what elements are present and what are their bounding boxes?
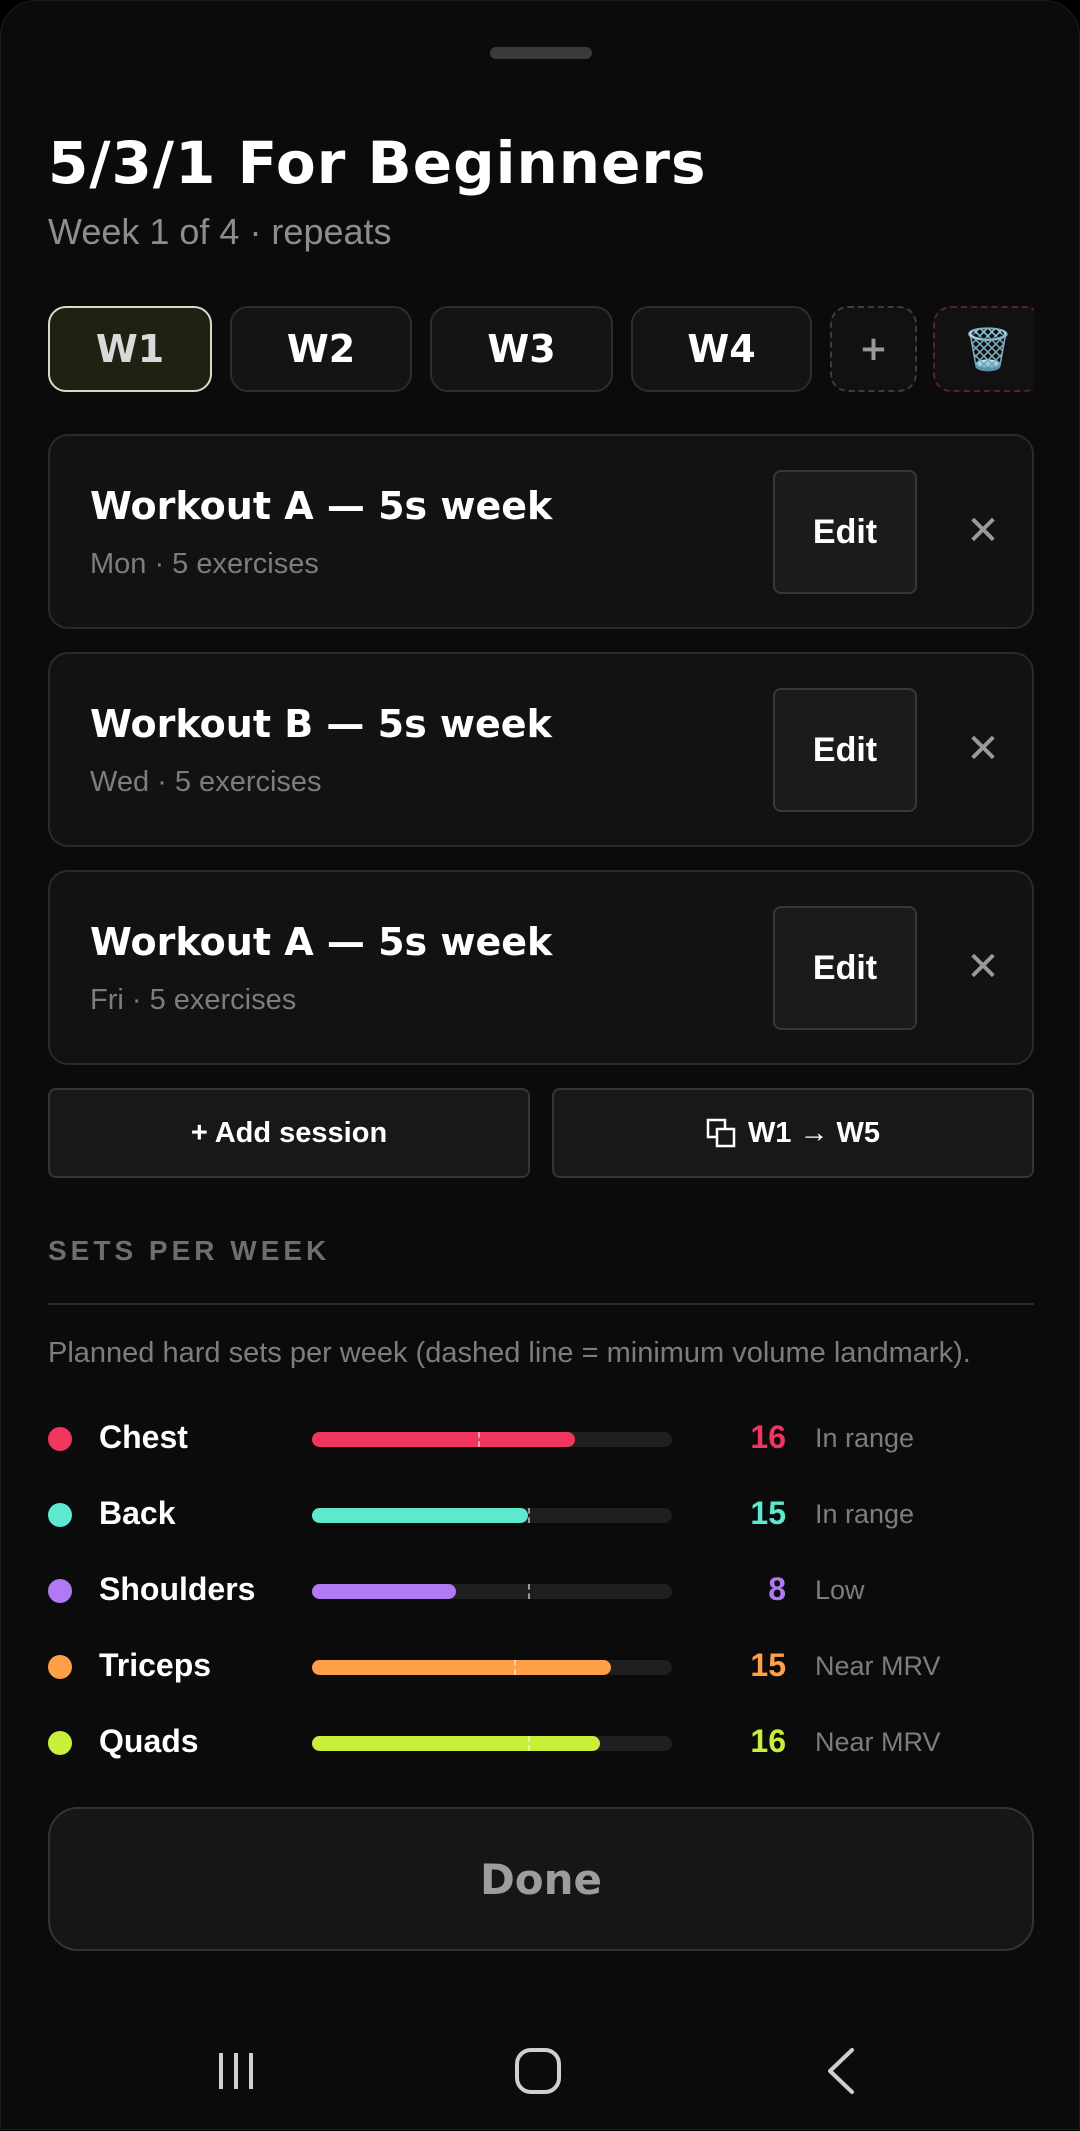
recents-icon (219, 2053, 253, 2089)
session-meta: Mon · 5 exercises (90, 548, 319, 580)
volume-row-quads: Quads 16 Near MRV (48, 1709, 1034, 1769)
muscle-name: Shoulders (99, 1571, 256, 1607)
volume-fill (312, 1736, 600, 1751)
tab-week-3[interactable]: W3 (430, 306, 613, 392)
status-label: In range (815, 1423, 915, 1453)
volume-track (312, 1508, 672, 1523)
volume-track (312, 1736, 672, 1751)
muscle-color-dot (48, 1427, 72, 1451)
session-name: Workout B — 5s week (90, 702, 552, 746)
add-week-button[interactable]: + (830, 306, 917, 392)
volume-row-chest: Chest 16 In range (48, 1405, 1034, 1465)
close-icon: ✕ (966, 509, 1000, 553)
status-label: Near MRV (815, 1727, 941, 1757)
set-count: 16 (750, 1723, 786, 1759)
landmark-marker (528, 1584, 530, 1599)
close-icon: ✕ (966, 727, 1000, 771)
session-meta: Wed · 5 exercises (90, 766, 322, 798)
done-button[interactable]: Done (48, 1807, 1034, 1951)
landmark-marker (528, 1736, 530, 1751)
tab-week-1[interactable]: W1 (48, 306, 212, 392)
divider (48, 1303, 1034, 1305)
muscle-color-dot (48, 1655, 72, 1679)
section-label: SETS PER WEEK (48, 1235, 331, 1266)
set-count: 16 (750, 1419, 786, 1455)
copy-week-button[interactable]: W1 → W5 (552, 1088, 1034, 1178)
landmark-marker (513, 1660, 516, 1675)
status-label: Low (815, 1575, 865, 1605)
section-description: Planned hard sets per week (dashed line … (48, 1337, 971, 1369)
session-card: Workout A — 5s week Mon · 5 exercises Ed… (48, 434, 1034, 629)
home-button[interactable] (498, 2031, 578, 2111)
volume-track (312, 1432, 672, 1447)
copy-icon (706, 1118, 736, 1148)
set-count: 15 (750, 1647, 786, 1683)
remove-session-button[interactable]: ✕ (950, 498, 1016, 564)
muscle-name: Back (99, 1495, 176, 1531)
session-name: Workout A — 5s week (90, 484, 553, 528)
remove-session-button[interactable]: ✕ (950, 934, 1016, 1000)
page-title: 5/3/1 For Beginners (48, 129, 707, 197)
volume-track (312, 1584, 672, 1599)
session-card: Workout B — 5s week Wed · 5 exercises Ed… (48, 652, 1034, 847)
recents-button[interactable] (196, 2031, 276, 2111)
back-icon (828, 2048, 854, 2094)
tab-week-4[interactable]: W4 (631, 306, 812, 392)
close-icon: ✕ (966, 945, 1000, 989)
copy-week-label: W1 → W5 (747, 1116, 881, 1149)
page-subtitle: Week 1 of 4 · repeats (48, 211, 392, 252)
status-label: Near MRV (815, 1651, 941, 1681)
session-name: Workout A — 5s week (90, 920, 553, 964)
set-count: 8 (768, 1571, 786, 1607)
tab-week-2[interactable]: W2 (230, 306, 412, 392)
session-card: Workout A — 5s week Fri · 5 exercises Ed… (48, 870, 1034, 1065)
muscle-name: Chest (99, 1419, 188, 1455)
status-label: In range (815, 1499, 915, 1529)
add-session-button[interactable]: + Add session (48, 1088, 530, 1178)
landmark-marker (528, 1508, 530, 1523)
edit-session-button[interactable]: Edit (773, 688, 917, 812)
volume-row-back: Back 15 In range (48, 1481, 1034, 1541)
system-navigation-bar (1, 2011, 1080, 2131)
home-icon (515, 2048, 561, 2094)
back-button[interactable] (801, 2031, 881, 2111)
muscle-color-dot (48, 1503, 72, 1527)
volume-fill (312, 1432, 575, 1447)
volume-row-triceps: Triceps 15 Near MRV (48, 1633, 1034, 1693)
volume-fill (312, 1660, 611, 1675)
landmark-marker (477, 1432, 480, 1447)
muscle-name: Quads (99, 1723, 199, 1759)
muscle-name: Triceps (99, 1647, 212, 1683)
session-meta: Fri · 5 exercises (90, 984, 297, 1016)
remove-session-button[interactable]: ✕ (950, 716, 1016, 782)
edit-session-button[interactable]: Edit (773, 470, 917, 594)
volume-row-shoulders: Shoulders 8 Low (48, 1557, 1034, 1617)
week-tabs: W1 W2 W3 W4 + 🗑️ (48, 306, 1034, 394)
delete-week-button[interactable]: 🗑️ (933, 306, 1034, 392)
bottom-sheet: 5/3/1 For Beginners Week 1 of 4 · repeat… (0, 0, 1080, 2130)
volume-fill (312, 1584, 456, 1599)
sheet-drag-handle[interactable] (490, 47, 592, 59)
volume-track (312, 1660, 672, 1675)
trash-icon: 🗑️ (963, 326, 1013, 373)
set-count: 15 (750, 1495, 786, 1531)
volume-fill (312, 1508, 528, 1523)
muscle-color-dot (48, 1579, 72, 1603)
edit-session-button[interactable]: Edit (773, 906, 917, 1030)
muscle-color-dot (48, 1731, 72, 1755)
